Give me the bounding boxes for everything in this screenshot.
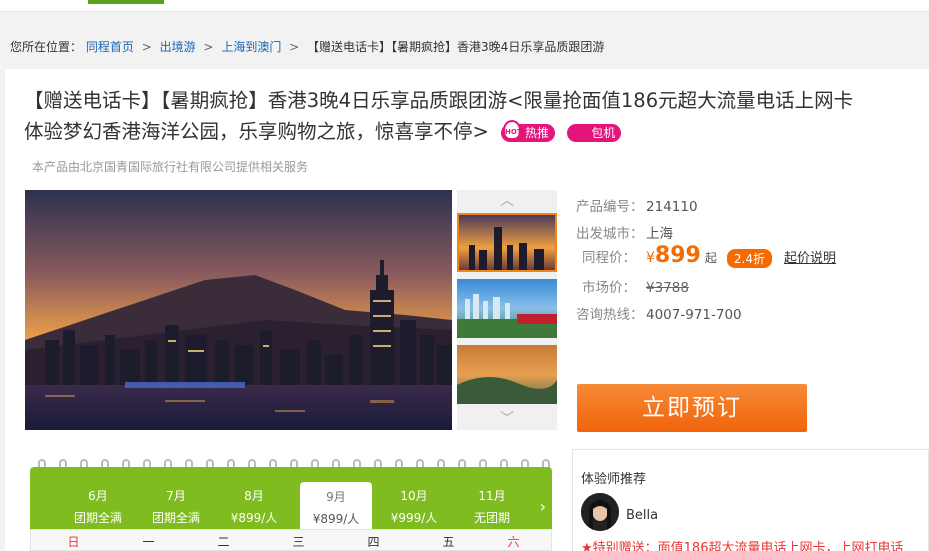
weekday-sat: 六 — [507, 535, 520, 549]
price-explain-link[interactable]: 起价说明 — [784, 251, 836, 266]
product-title-line2: 体验梦幻香港海洋公园，乐享购物之旅，惊喜享不停> — [24, 120, 489, 143]
thumb-down-arrow-icon[interactable]: ﹀ — [457, 408, 557, 430]
thumb-up-arrow-icon[interactable]: ︿ — [457, 190, 557, 212]
breadcrumb-current: 【赠送电话卡】【暑期疯抢】香港3晚4日乐享品质跟团游 — [307, 40, 605, 54]
provider-note: 本产品由北京国青国际旅行社有限公司提供相关服务 — [32, 160, 309, 174]
nav-active-indicator — [88, 0, 164, 4]
product-code-row: 产品编号： 214110 — [576, 195, 698, 215]
hot-badge: HOT 热推 — [501, 119, 556, 142]
month-label: 7月 — [166, 489, 186, 503]
thumbnail-3[interactable] — [457, 345, 557, 404]
month-tab-aug[interactable]: 8月 ¥899/人 — [218, 467, 290, 529]
month-label: 9月 — [326, 490, 346, 504]
price-value: 899 — [654, 243, 701, 268]
month-status: ¥899/人 — [312, 512, 360, 526]
month-tab-oct[interactable]: 10月 ¥999/人 — [378, 467, 450, 529]
hotline-label: 咨询热线： — [576, 307, 644, 323]
product-code: 214110 — [646, 199, 698, 215]
main-photo-hongkong-skyline[interactable] — [25, 190, 452, 430]
thumbnail-strip: ︿ ﹀ — [457, 190, 557, 430]
chevron-right-icon[interactable]: › — [540, 497, 546, 516]
weekday-fri: 五 — [442, 535, 455, 549]
thumbnail-3-image — [457, 345, 557, 404]
breadcrumb-home[interactable]: 同程首页 — [86, 40, 134, 54]
market-price: ¥3788 — [646, 280, 689, 296]
hot-badge-label: 热推 — [525, 125, 550, 140]
month-status: ¥999/人 — [390, 511, 438, 525]
hot-flame-icon: HOT — [503, 119, 522, 140]
avatar-image — [581, 493, 619, 531]
special-gift-note: ★特别赠送：面值186超大流量电话上网卡，上网打电话 — [581, 541, 904, 551]
breadcrumb-outbound[interactable]: 出境游 — [160, 40, 196, 54]
breadcrumb-sep: > — [289, 40, 300, 54]
weekday-sun: 日 — [67, 535, 80, 549]
airplane-icon: ✈ — [571, 121, 585, 141]
market-price-row: 市场价： ¥3788 — [576, 276, 689, 296]
weekday-tue: 二 — [217, 535, 230, 549]
product-code-label: 产品编号： — [576, 199, 644, 215]
market-price-label: 市场价： — [582, 280, 636, 296]
experience-user-name: Bella — [626, 508, 659, 523]
hotline-number: 4007-971-700 — [646, 307, 742, 323]
month-status: 无团期 — [473, 511, 510, 525]
month-status: 团期全满 — [151, 511, 200, 525]
month-label: 6月 — [88, 489, 108, 503]
discount-badge: 2.4折 — [726, 248, 772, 268]
month-tab-nov[interactable]: 11月 无团期 — [456, 467, 528, 529]
hotline-row: 咨询热线： 4007-971-700 — [576, 303, 742, 323]
departure-city: 上海 — [646, 226, 673, 242]
weekday-wed: 三 — [292, 535, 305, 549]
departure-city-label: 出发城市： — [576, 226, 644, 242]
thumbnail-1[interactable] — [457, 213, 557, 272]
thumbnail-2[interactable] — [457, 279, 557, 338]
product-title-line1: 【赠送电话卡】【暑期疯抢】香港3晚4日乐享品质跟团游<限量抢面值186元超大流量… — [24, 89, 854, 112]
breadcrumb: 您所在位置： 同程首页 > 出境游 > 上海到澳门 > 【赠送电话卡】【暑期疯抢… — [10, 38, 604, 55]
month-tab-jul[interactable]: 7月 团期全满 — [140, 467, 212, 529]
weekday-header: 日 一 二 三 四 五 六 — [30, 529, 552, 551]
experience-title: 体验师推荐 — [581, 472, 647, 487]
price-row: 同程价： ¥899 起 2.4折 起价说明 — [576, 243, 836, 268]
month-label: 10月 — [400, 489, 428, 503]
thumbnail-1-image — [459, 215, 555, 270]
month-tab-sep[interactable]: 9月 ¥899/人 — [300, 482, 372, 529]
experience-panel: 体验师推荐 Bella ★特别赠送：面值186超大流量电话上网卡，上网打电话 — [572, 449, 929, 551]
avatar[interactable] — [581, 493, 619, 531]
weekday-mon: 一 — [142, 535, 155, 549]
price-label: 同程价： — [582, 250, 636, 266]
product-card: 【赠送电话卡】【暑期疯抢】香港3晚4日乐享品质跟团游<限量抢面值186元超大流量… — [5, 69, 929, 551]
product-title: 【赠送电话卡】【暑期疯抢】香港3晚4日乐享品质跟团游<限量抢面值186元超大流量… — [24, 85, 924, 147]
skyline-illustration — [25, 190, 452, 430]
departure-calendar: 6月 团期全满 7月 团期全满 8月 ¥899/人 9月 ¥899/人 10月 … — [30, 459, 552, 551]
thumbnail-2-image — [457, 279, 557, 338]
month-tabs: 6月 团期全满 7月 团期全满 8月 ¥899/人 9月 ¥899/人 10月 … — [30, 467, 552, 529]
book-now-button[interactable]: 立即预订 — [577, 384, 807, 432]
price-currency: ¥ — [646, 250, 655, 266]
month-tab-jun[interactable]: 6月 团期全满 — [62, 467, 134, 529]
breadcrumb-shanghai-macau[interactable]: 上海到澳门 — [221, 40, 281, 54]
breadcrumb-prefix: 您所在位置： — [10, 40, 83, 54]
departure-city-row: 出发城市： 上海 — [576, 222, 673, 242]
breadcrumb-sep: > — [141, 40, 152, 54]
product-title-line2-wrap: 体验梦幻香港海洋公园，乐享购物之旅，惊喜享不停> HOT 热推 ✈ 包机 — [24, 116, 924, 147]
month-status: 团期全满 — [73, 511, 122, 525]
top-nav-bar — [0, 0, 929, 12]
month-label: 11月 — [478, 489, 506, 503]
month-status: ¥899/人 — [230, 511, 278, 525]
breadcrumb-sep: > — [203, 40, 214, 54]
charter-badge: ✈ 包机 — [567, 121, 622, 142]
weekday-thu: 四 — [367, 535, 380, 549]
month-label: 8月 — [244, 489, 264, 503]
charter-badge-label: 包机 — [591, 125, 616, 140]
price-suffix: 起 — [704, 251, 717, 265]
